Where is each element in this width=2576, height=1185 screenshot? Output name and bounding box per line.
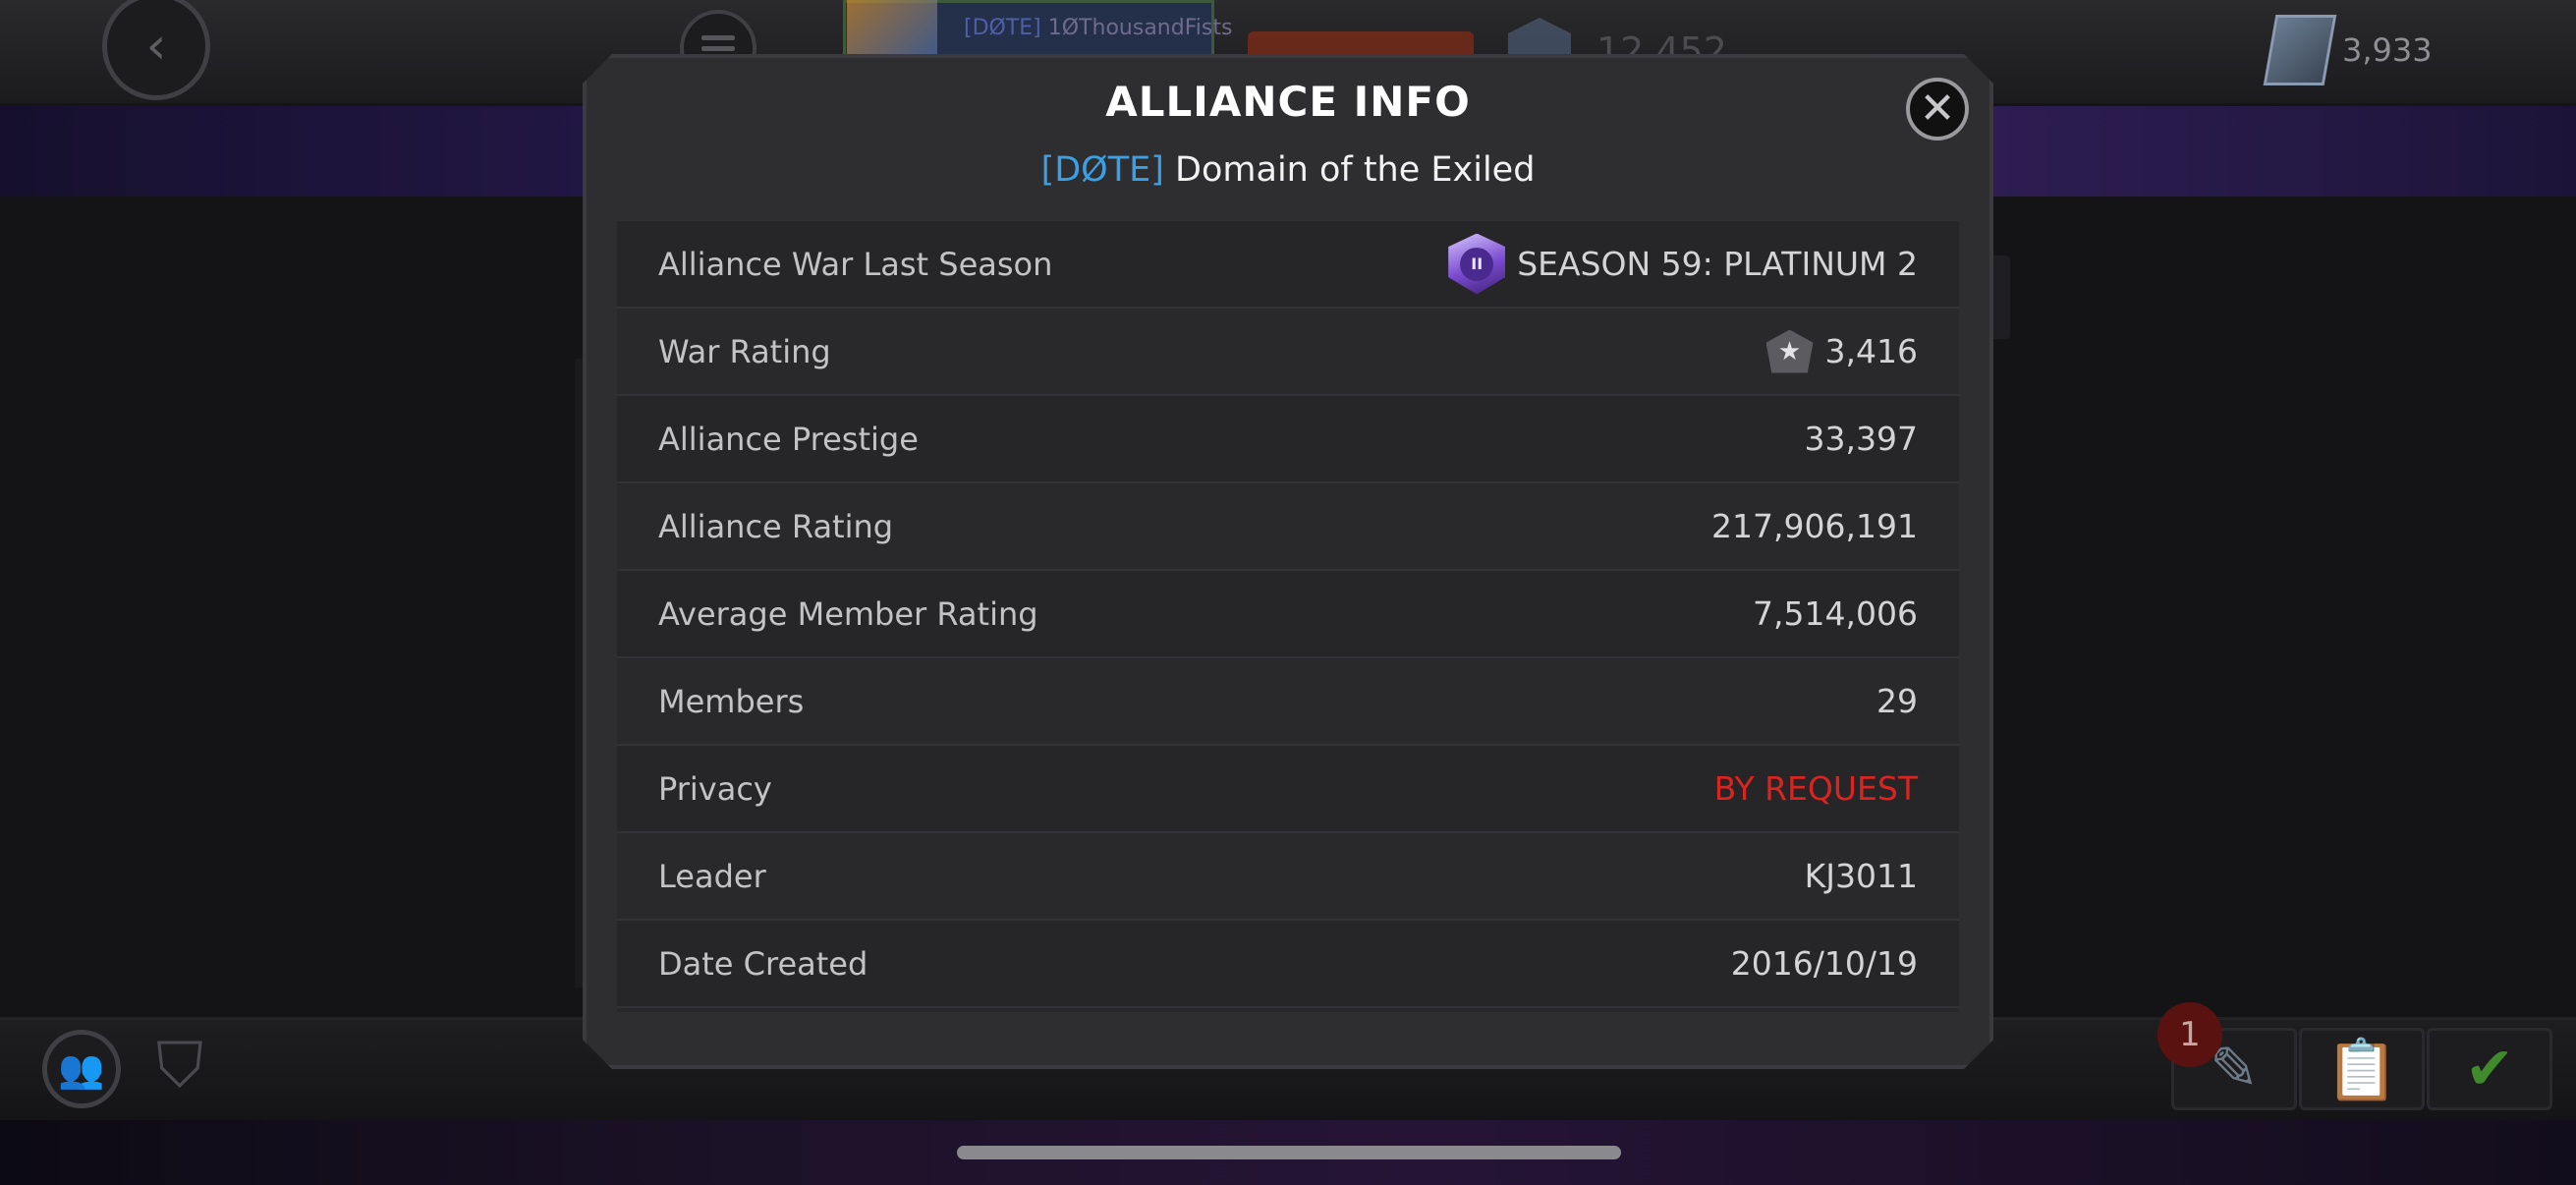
modal-title: ALLIANCE INFO	[1105, 78, 1471, 126]
row-label: Alliance Prestige	[658, 420, 919, 458]
info-row-prestige: Alliance Prestige 33,397	[617, 396, 1959, 483]
row-label: Leader	[658, 857, 766, 895]
player-alliance-tag: [DØTE]	[964, 16, 1041, 40]
privacy-value: BY REQUEST	[1713, 769, 1918, 808]
row-label: Members	[658, 682, 805, 720]
clipboard-button[interactable]: 📋	[2299, 1028, 2425, 1110]
units-count: 3,933	[2342, 31, 2433, 69]
info-row-date-created: Date Created 2016/10/19	[617, 921, 1959, 1008]
close-button[interactable]: ✕	[1906, 78, 1969, 141]
info-row-war-season: Alliance War Last Season II SEASON 59: P…	[617, 221, 1959, 309]
player-avatar[interactable]	[847, 0, 937, 61]
row-label: Average Member Rating	[658, 594, 1038, 633]
shield-icon: ⛉	[156, 1030, 203, 1102]
alliance-info-modal: ALLIANCE INFO [DØTE] Domain of the Exile…	[583, 54, 1993, 1069]
row-value: 7,514,006	[1753, 594, 1918, 633]
people-icon: 👥	[58, 1046, 105, 1091]
info-row-war-rating: War Rating ★ 3,416	[617, 309, 1959, 396]
alliance-name-line: [DØTE] Domain of the Exiled	[583, 150, 1993, 190]
alliance-tag: [DØTE]	[1040, 150, 1164, 190]
war-rating-icon: ★	[1766, 330, 1814, 373]
info-row-avg-member-rating: Average Member Rating 7,514,006	[617, 571, 1959, 658]
alliance-shield-button[interactable]: ⛉	[145, 1027, 214, 1105]
row-value: 29	[1876, 682, 1918, 720]
clipboard-icon: 📋	[2324, 1035, 2399, 1104]
row-value: II SEASON 59: PLATINUM 2	[1448, 234, 1918, 295]
player-name: 1ØThousandFists	[1047, 16, 1233, 40]
units-icon[interactable]	[2263, 15, 2337, 85]
row-label: Privacy	[658, 769, 772, 808]
checkmark-icon: ✔	[2464, 1035, 2515, 1103]
alliance-name: Domain of the Exiled	[1175, 150, 1536, 190]
row-label: Alliance War Last Season	[658, 245, 1053, 283]
row-label: War Rating	[658, 332, 831, 370]
row-label: Alliance Rating	[658, 507, 894, 545]
close-icon: ✕	[1919, 84, 1956, 134]
confirm-button[interactable]: ✔	[2427, 1028, 2552, 1110]
season-tier-text: II	[1460, 248, 1493, 281]
chevron-left-icon: ‹	[145, 17, 167, 76]
home-indicator[interactable]	[957, 1146, 1621, 1159]
notification-badge: 1	[2157, 1002, 2222, 1067]
war-season-value: SEASON 59: PLATINUM 2	[1517, 245, 1918, 283]
menu-icon-line	[701, 34, 735, 40]
row-label: Date Created	[658, 944, 868, 983]
menu-icon-line	[701, 45, 735, 51]
season-badge-icon: II	[1448, 234, 1505, 295]
info-row-leader: Leader KJ3011	[617, 833, 1959, 921]
info-row-members: Members 29	[617, 658, 1959, 746]
row-value: 217,906,191	[1711, 507, 1918, 545]
war-rating-value: 3,416	[1824, 332, 1918, 370]
info-row-privacy: Privacy BY REQUEST	[617, 746, 1959, 833]
alliance-info-table: Alliance War Last Season II SEASON 59: P…	[617, 221, 1959, 1012]
alliance-members-button[interactable]: 👥	[42, 1030, 121, 1108]
info-row-alliance-rating: Alliance Rating 217,906,191	[617, 483, 1959, 571]
leader-value[interactable]: KJ3011	[1805, 857, 1918, 895]
row-value: 33,397	[1804, 420, 1918, 458]
row-value: 2016/10/19	[1730, 944, 1918, 983]
row-value: ★ 3,416	[1766, 330, 1918, 373]
